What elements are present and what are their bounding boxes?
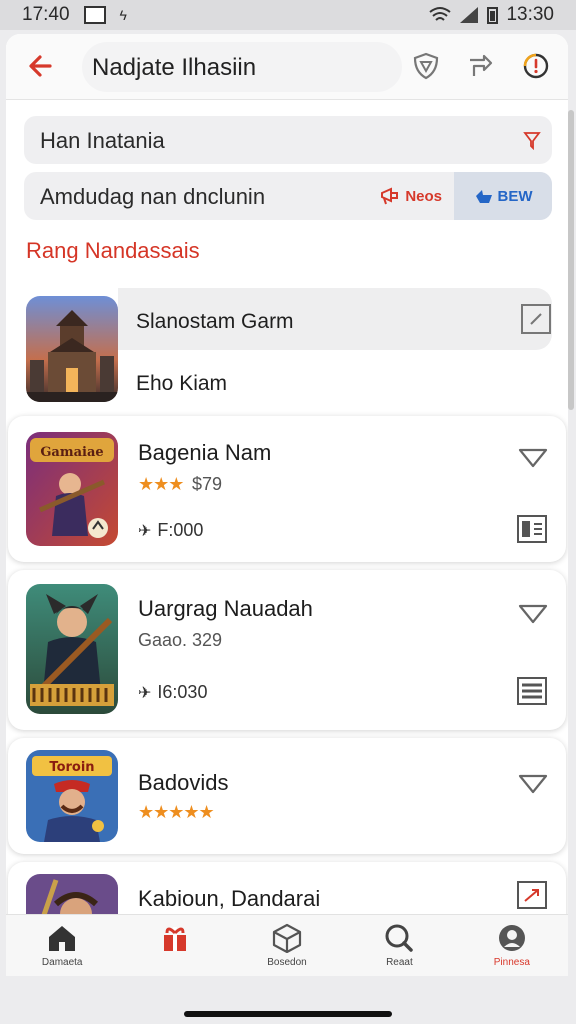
game-title: Badovids: [138, 770, 229, 795]
sort-toggle: Amdudag nan dnclunin Neos BEW: [24, 172, 552, 220]
game-thumbnail: Toroin: [26, 750, 118, 842]
battery-icon: [487, 6, 499, 24]
expand-icon[interactable]: [520, 303, 552, 335]
page-title: Nadjate Ilhasiin: [92, 54, 257, 81]
nav-explore[interactable]: Bosedon: [231, 915, 343, 976]
status-bar: 17:40 ϟ 13:30: [0, 0, 576, 30]
filter-icon: [523, 132, 541, 150]
game-title: Kabioun, Dandarai: [138, 886, 321, 911]
rating-text: $79: [192, 474, 223, 494]
thumb-icon: [475, 190, 492, 203]
details-icon[interactable]: [516, 676, 548, 706]
featured-title: Slanostam Garm: [136, 310, 294, 333]
open-external-icon[interactable]: [516, 880, 548, 910]
megaphone-icon: [381, 187, 399, 205]
pin-icon: ✈: [138, 522, 152, 540]
nav-search-label: Reaat: [386, 957, 413, 968]
player-count-value: F:000: [157, 520, 204, 540]
nav-gifts[interactable]: [118, 915, 230, 976]
thumbnail-logo-text: Gamaiae: [40, 445, 103, 460]
star-rating: ★★★: [138, 474, 184, 494]
app-window: Nadjate Ilhasiin Han Inatania Amdudag na…: [6, 34, 568, 976]
details-icon[interactable]: [516, 514, 548, 544]
home-icon: [49, 926, 76, 951]
game-thumbnail: Gamaiae: [26, 432, 118, 546]
scrollbar[interactable]: [568, 110, 574, 410]
category-dropdown[interactable]: Han Inatania: [24, 116, 552, 164]
profile-icon: [498, 925, 525, 951]
chevron-down-icon[interactable]: [518, 446, 548, 470]
game-title: Bagenia Nam: [138, 440, 272, 465]
nav-home-label: Damaeta: [41, 957, 83, 968]
sort-toggle-label: Amdudag nan dnclunin: [40, 184, 266, 209]
category-dropdown-label: Han Inatania: [40, 128, 165, 153]
new-toggle-button[interactable]: BEW: [454, 172, 552, 220]
back-arrow-icon[interactable]: [24, 50, 56, 82]
chevron-down-icon[interactable]: [518, 602, 548, 626]
search-icon: [385, 924, 414, 952]
new-toggle-label: BEW: [497, 187, 533, 205]
status-time: 17:40: [22, 4, 70, 25]
game-card[interactable]: Uargrag Nauadah Gaao. 329 ✈ I6:030: [8, 570, 566, 730]
featured-game-row[interactable]: Slanostam Garm Eho Kiam: [6, 288, 568, 418]
news-toggle-button[interactable]: Neos: [367, 172, 454, 220]
gift-icon: [163, 927, 186, 951]
game-card[interactable]: Gamaiae Bagenia Nam ★★★ $79 ✈ F:000: [8, 416, 566, 562]
star-rating: ★★★★★: [138, 802, 215, 822]
chevron-down-icon[interactable]: [518, 772, 548, 796]
status-clock: 13:30: [506, 4, 554, 25]
signal-icon: [460, 7, 479, 23]
nav-profile[interactable]: Pinnesa: [456, 915, 568, 976]
wifi-icon: [429, 7, 452, 21]
thumbnail-logo-text: Toroin: [49, 760, 94, 775]
share-icon[interactable]: [464, 50, 496, 82]
featured-subtitle: Eho Kiam: [136, 372, 228, 395]
bolt-icon: ϟ: [119, 7, 127, 23]
game-card[interactable]: Toroin Badovids ★★★★★: [8, 738, 566, 854]
notification-icon: [83, 6, 106, 24]
game-subtitle: Gaao. 329: [138, 630, 223, 650]
nav-home[interactable]: Damaeta: [6, 915, 118, 976]
game-title: Uargrag Nauadah: [138, 596, 313, 621]
alert-icon[interactable]: [520, 50, 552, 82]
player-count-value: I6:030: [157, 682, 208, 702]
nav-search[interactable]: Reaat: [343, 915, 455, 976]
castle-thumbnail: [26, 296, 118, 402]
news-toggle-label: Neos: [405, 187, 442, 205]
game-thumbnail: [26, 584, 118, 714]
shield-icon[interactable]: [410, 50, 442, 82]
nav-explore-label: Bosedon: [267, 957, 307, 968]
cube-icon: [272, 923, 302, 953]
pin-icon: ✈: [138, 684, 152, 702]
nav-profile-label: Pinnesa: [493, 957, 530, 968]
bottom-nav: Damaeta Bosedon Reaat Pinnesa: [6, 914, 568, 976]
section-title: Rang Nandassais: [26, 238, 200, 263]
top-bar: Nadjate Ilhasiin: [6, 34, 568, 100]
player-count: ✈ F:000: [138, 520, 203, 541]
home-indicator[interactable]: [184, 1011, 392, 1017]
player-count: ✈ I6:030: [138, 682, 207, 703]
